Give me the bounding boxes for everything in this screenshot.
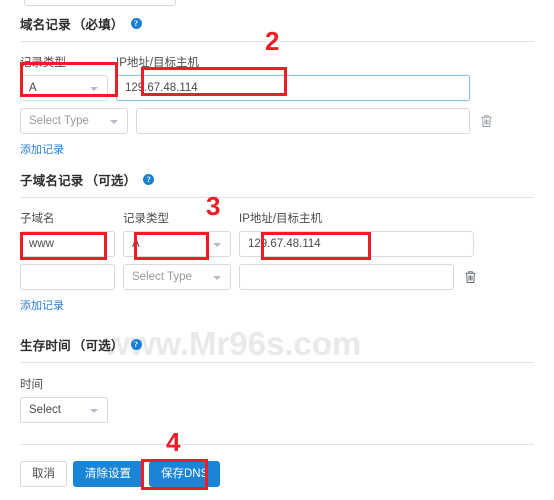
section-divider — [20, 362, 534, 363]
chevron-down-icon — [110, 120, 118, 124]
column-label-record-type: 记录类型 — [20, 57, 66, 69]
section-qualifier: （可选） — [85, 174, 137, 188]
ttl-select[interactable]: Select — [20, 397, 108, 423]
footer-divider — [20, 444, 534, 445]
subdomain-ip-host-input-1[interactable]: 129.67.48.114 — [239, 231, 474, 257]
subdomain-record-type-select-2[interactable]: Select Type — [123, 264, 231, 290]
section-divider — [20, 197, 534, 198]
section-title: 域名记录 — [20, 18, 71, 32]
add-record-link-domain[interactable]: 添加记录 — [20, 141, 64, 157]
subdomain-input-2[interactable] — [20, 264, 115, 290]
subdomain-value-1: www — [29, 238, 54, 250]
help-circle-icon[interactable]: ? — [130, 339, 142, 350]
column-label-subdomain: 子域名 — [20, 213, 55, 225]
add-record-link-subdomain[interactable]: 添加记录 — [20, 297, 64, 313]
ip-host-input-1[interactable]: 129.67.48.114 — [116, 75, 470, 101]
section-qualifier: （必填） — [72, 18, 124, 32]
ttl-value: Select — [29, 404, 61, 416]
section-qualifier: （可选） — [72, 339, 124, 353]
cancel-button[interactable]: 取消 — [20, 461, 67, 487]
subdomain-ip-host-input-2[interactable] — [239, 264, 454, 290]
section-heading-subdomain-records: 子域名记录 （可选） ? — [20, 170, 534, 189]
column-label-time: 时间 — [20, 379, 43, 391]
subdomain-record-type-value-2: Select Type — [132, 271, 192, 283]
record-type-value-2: Select Type — [29, 115, 89, 127]
chevron-down-icon — [213, 276, 221, 280]
subdomain-record-type-value-1: A — [132, 238, 140, 250]
chevron-down-icon — [90, 87, 98, 91]
subdomain-input-1[interactable]: www — [20, 231, 115, 257]
clear-settings-button[interactable]: 清除设置 — [73, 461, 143, 487]
section-divider — [20, 41, 534, 42]
subdomain-record-type-select-1[interactable]: A — [123, 231, 231, 257]
column-label-record-type: 记录类型 — [123, 213, 169, 225]
dns-settings-form: 域名记录 （必填） ? 记录类型 IP地址/目标主机 A 129.67.48.1… — [0, 0, 554, 487]
delete-record-button-1[interactable] — [478, 108, 494, 134]
trash-icon — [481, 115, 491, 127]
ip-host-value-1: 129.67.48.114 — [125, 82, 198, 94]
subdomain-ip-host-value-1: 129.67.48.114 — [248, 238, 321, 250]
ip-host-input-2[interactable] — [136, 108, 470, 134]
chevron-down-icon — [213, 243, 221, 247]
record-type-select-1[interactable]: A — [20, 75, 108, 101]
help-circle-icon[interactable]: ? — [143, 174, 155, 185]
record-type-select-2[interactable]: Select Type — [20, 108, 128, 134]
section-title: 生存时间 — [20, 339, 71, 353]
record-type-value-1: A — [29, 82, 37, 94]
column-label-ip-host: IP地址/目标主机 — [239, 213, 323, 225]
trash-icon — [465, 271, 475, 283]
top-partial-select[interactable] — [24, 0, 176, 6]
save-dns-button[interactable]: 保存DNS — [149, 461, 221, 487]
section-title: 子域名记录 — [20, 174, 84, 188]
delete-record-button-2[interactable] — [462, 264, 478, 290]
column-label-ip-host: IP地址/目标主机 — [116, 57, 200, 69]
section-heading-ttl: 生存时间 （可选） ? — [20, 335, 534, 354]
section-heading-domain-records: 域名记录 （必填） ? — [20, 14, 534, 33]
help-circle-icon[interactable]: ? — [130, 18, 142, 29]
chevron-down-icon — [90, 409, 98, 413]
